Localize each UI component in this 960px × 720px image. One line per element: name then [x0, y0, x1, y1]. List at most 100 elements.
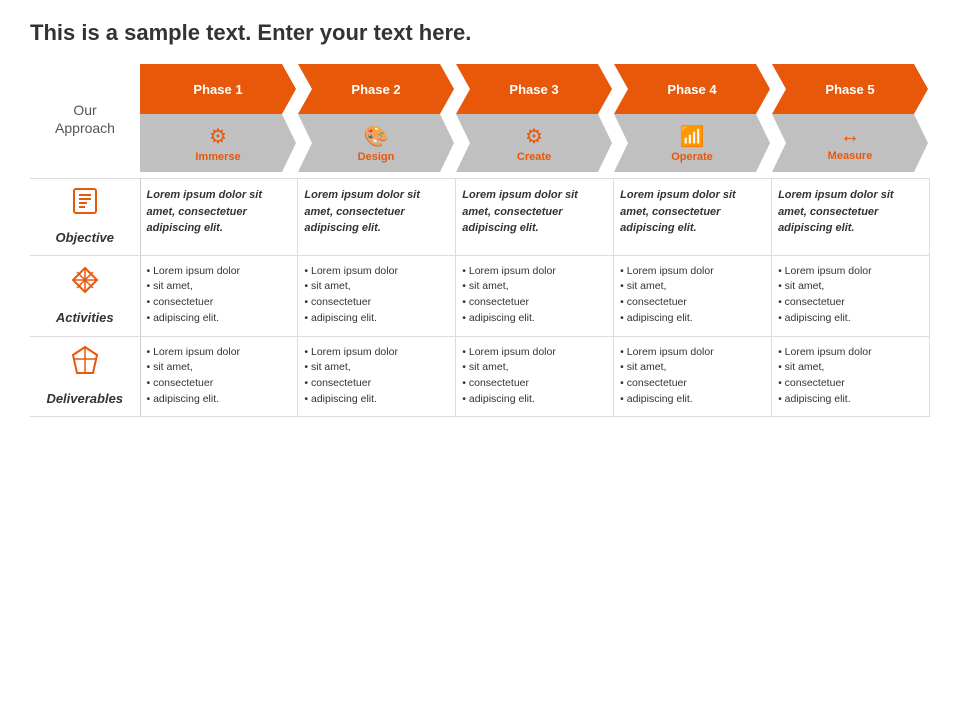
phase-5-bottom: ↔ Measure [772, 114, 928, 172]
phase-5-top: Phase 5 [772, 64, 928, 114]
activities-cell-3: Lorem ipsum dolor sit amet, consectetuer… [456, 255, 614, 336]
list-item: Lorem ipsum dolor [778, 345, 923, 360]
activities-row-label: Activities [36, 264, 134, 328]
approach-label: OurApproach [30, 64, 140, 174]
list-item: consectetuer [620, 295, 765, 310]
list-item: consectetuer [147, 376, 292, 391]
objective-cell-1: Lorem ipsum dolor sit amet, consectetuer… [140, 179, 298, 256]
objective-text-1: Lorem ipsum dolor sit amet, consectetuer… [147, 189, 263, 234]
phase-4: Phase 4 📶 Operate [614, 64, 770, 174]
list-item: consectetuer [304, 295, 449, 310]
phase-2-bottom: 🎨 Design [298, 114, 454, 172]
activities-list-1: Lorem ipsum dolor sit amet, consectetuer… [147, 264, 292, 326]
list-item: consectetuer [620, 376, 765, 391]
list-item: consectetuer [304, 376, 449, 391]
list-item: sit amet, [462, 279, 607, 294]
list-item: adipiscing elit. [778, 311, 923, 326]
phase-5: Phase 5 ↔ Measure [772, 64, 928, 174]
phase-2-sublabel: Design [358, 151, 395, 163]
activities-title: Activities [56, 309, 114, 327]
objective-row-label: Objective [36, 187, 134, 247]
design-icon: 🎨 [364, 124, 389, 149]
measure-icon: ↔ [840, 125, 860, 148]
objective-text-5: Lorem ipsum dolor sit amet, consectetuer… [778, 189, 894, 234]
list-item: sit amet, [462, 360, 607, 375]
list-item: consectetuer [778, 295, 923, 310]
list-item: Lorem ipsum dolor [462, 264, 607, 279]
list-item: adipiscing elit. [462, 311, 607, 326]
phase-3-bottom: ⚙ Create [456, 114, 612, 172]
list-item: Lorem ipsum dolor [620, 345, 765, 360]
list-item: adipiscing elit. [778, 392, 923, 407]
deliverables-row: Deliverables Lorem ipsum dolor sit amet,… [30, 336, 930, 417]
list-item: Lorem ipsum dolor [304, 345, 449, 360]
phases-row: OurApproach Phase 1 ⚙ Immerse Phase 2 🎨 … [30, 64, 930, 174]
list-item: adipiscing elit. [620, 392, 765, 407]
list-item: sit amet, [147, 279, 292, 294]
list-item: sit amet, [620, 279, 765, 294]
activities-list-5: Lorem ipsum dolor sit amet, consectetuer… [778, 264, 923, 326]
list-item: adipiscing elit. [462, 392, 607, 407]
objective-cell-3: Lorem ipsum dolor sit amet, consectetuer… [456, 179, 614, 256]
list-item: consectetuer [778, 376, 923, 391]
objective-text-3: Lorem ipsum dolor sit amet, consectetuer… [462, 189, 578, 234]
activities-cell-4: Lorem ipsum dolor sit amet, consectetuer… [614, 255, 772, 336]
phase-4-bottom: 📶 Operate [614, 114, 770, 172]
phase-3-top: Phase 3 [456, 64, 612, 114]
activities-list-3: Lorem ipsum dolor sit amet, consectetuer… [462, 264, 607, 326]
phase-1-bottom: ⚙ Immerse [140, 114, 296, 172]
list-item: adipiscing elit. [304, 392, 449, 407]
list-item: Lorem ipsum dolor [147, 345, 292, 360]
deliverables-row-label: Deliverables [36, 345, 134, 409]
list-item: consectetuer [462, 295, 607, 310]
list-item: adipiscing elit. [620, 311, 765, 326]
phase-4-sublabel: Operate [671, 151, 713, 163]
objective-text-4: Lorem ipsum dolor sit amet, consectetuer… [620, 189, 736, 234]
deliverables-list-2: Lorem ipsum dolor sit amet, consectetuer… [304, 345, 449, 407]
list-item: sit amet, [304, 360, 449, 375]
deliverables-list-3: Lorem ipsum dolor sit amet, consectetuer… [462, 345, 607, 407]
deliverables-list-4: Lorem ipsum dolor sit amet, consectetuer… [620, 345, 765, 407]
list-item: consectetuer [462, 376, 607, 391]
phase-2-top: Phase 2 [298, 64, 454, 114]
phases-container: Phase 1 ⚙ Immerse Phase 2 🎨 Design Phase… [140, 64, 930, 174]
list-item: sit amet, [778, 279, 923, 294]
phase-2: Phase 2 🎨 Design [298, 64, 454, 174]
activities-cell-5: Lorem ipsum dolor sit amet, consectetuer… [772, 255, 930, 336]
phase-1-sublabel: Immerse [195, 151, 240, 163]
list-item: sit amet, [778, 360, 923, 375]
objective-text-2: Lorem ipsum dolor sit amet, consectetuer… [304, 189, 420, 234]
deliverables-icon [71, 345, 99, 387]
list-item: adipiscing elit. [147, 392, 292, 407]
objective-icon [71, 187, 99, 225]
list-item: Lorem ipsum dolor [462, 345, 607, 360]
phase-1: Phase 1 ⚙ Immerse [140, 64, 296, 174]
objective-cell-4: Lorem ipsum dolor sit amet, consectetuer… [614, 179, 772, 256]
activities-label-cell: Activities [30, 255, 140, 336]
create-icon: ⚙ [525, 124, 543, 149]
phase-3: Phase 3 ⚙ Create [456, 64, 612, 174]
data-table: Objective Lorem ipsum dolor sit amet, co… [30, 178, 930, 417]
deliverables-list-5: Lorem ipsum dolor sit amet, consectetuer… [778, 345, 923, 407]
deliverables-cell-3: Lorem ipsum dolor sit amet, consectetuer… [456, 336, 614, 417]
list-item: Lorem ipsum dolor [620, 264, 765, 279]
list-item: Lorem ipsum dolor [778, 264, 923, 279]
deliverables-cell-1: Lorem ipsum dolor sit amet, consectetuer… [140, 336, 298, 417]
deliverables-cell-4: Lorem ipsum dolor sit amet, consectetuer… [614, 336, 772, 417]
deliverables-cell-2: Lorem ipsum dolor sit amet, consectetuer… [298, 336, 456, 417]
deliverables-cell-5: Lorem ipsum dolor sit amet, consectetuer… [772, 336, 930, 417]
page: This is a sample text. Enter your text h… [0, 0, 960, 720]
deliverables-label-cell: Deliverables [30, 336, 140, 417]
list-item: Lorem ipsum dolor [147, 264, 292, 279]
objective-title: Objective [55, 229, 114, 247]
list-item: adipiscing elit. [304, 311, 449, 326]
activities-cell-1: Lorem ipsum dolor sit amet, consectetuer… [140, 255, 298, 336]
deliverables-list-1: Lorem ipsum dolor sit amet, consectetuer… [147, 345, 292, 407]
deliverables-title: Deliverables [46, 390, 123, 408]
objective-label-cell: Objective [30, 179, 140, 256]
page-title: This is a sample text. Enter your text h… [30, 20, 930, 46]
activities-icon [69, 264, 101, 306]
list-item: consectetuer [147, 295, 292, 310]
phase-3-sublabel: Create [517, 151, 551, 163]
phase-5-sublabel: Measure [828, 150, 873, 162]
